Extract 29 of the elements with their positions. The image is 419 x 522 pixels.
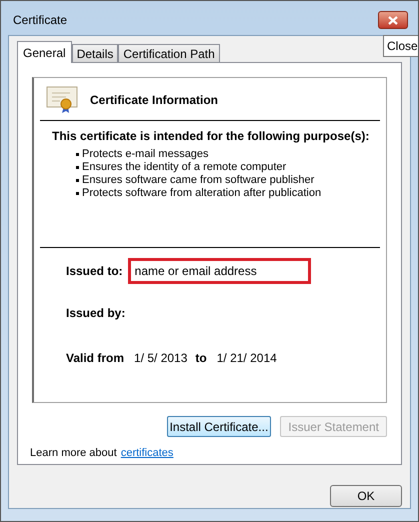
valid-from-label: Valid from [66,350,124,367]
bullet-icon [76,179,79,182]
bullet-icon [76,166,79,169]
action-button[interactable]: Install Certificate... [166,416,272,437]
valid-to-date: 1/ 21/ 2014 [216,350,277,367]
close-button[interactable] [378,11,408,29]
purpose-item: Ensures the identity of a remote computer [82,161,286,174]
tab[interactable]: Certification Path [118,44,220,62]
bullet-icon [76,192,79,195]
valid-from-date: 1/ 5/ 2013 [134,350,188,367]
purpose-item: Ensures software came from software publisher [82,174,314,187]
learn-more-text: Learn more about [30,446,117,461]
close-icon [388,16,398,24]
certificates-link[interactable]: certificates [120,445,174,462]
highlight-field: name or email address [128,258,311,284]
issued-to-label: Issued to: [66,263,123,280]
tab[interactable]: Details [72,44,118,62]
tooltip: Close [383,35,418,57]
ok-button[interactable]: OK [330,485,402,507]
issued-by-label: Issued by: [66,305,126,322]
valid-to-label: to [195,350,207,367]
section-heading: Certificate Information [90,92,218,109]
bullet-icon [76,153,79,156]
purpose-item: Protects software from alteration after publication [82,187,322,200]
purpose-item: Protects e-mail messages [82,148,209,161]
certificate-icon [46,86,78,114]
tab[interactable]: General [17,41,72,63]
purpose-heading: This certificate is intended for the following purpose(s): [52,128,368,145]
window-title: Certificate [13,12,68,29]
